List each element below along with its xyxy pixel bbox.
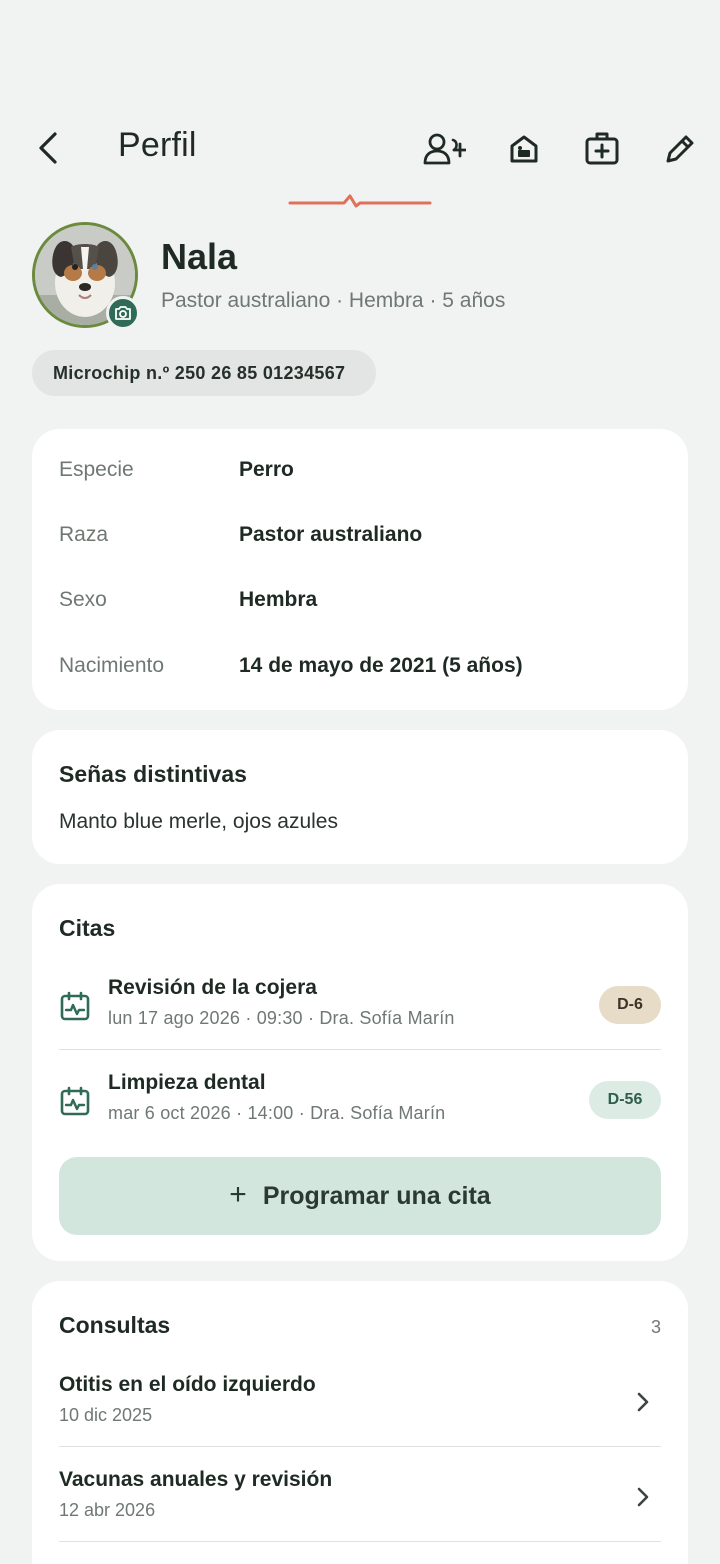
pet-name: Nala <box>161 236 238 277</box>
appointment-item[interactable]: Revisión de la cojera lun 17 ago 2026 · … <box>59 968 661 1048</box>
camera-icon <box>115 306 131 320</box>
microchip-chip: Microchip n.º 250 26 85 01234567 <box>32 350 376 396</box>
page-title: Perfil <box>118 126 197 164</box>
edit-icon <box>666 135 694 163</box>
consultations-card: Consultas 3 Otitis en el oído izquierdo … <box>32 1281 688 1564</box>
card-title: Señas distintivas <box>59 761 247 787</box>
pet-summary: Pastor australiano · Hembra · 5 años <box>161 289 506 312</box>
chevron-right-icon <box>637 1392 649 1412</box>
consultation-date: 10 dic 2025 <box>59 1405 153 1425</box>
days-until-badge: D-6 <box>599 986 661 1024</box>
appointments-card: Citas Revisión de la cojera lun 17 ago 2… <box>32 884 688 1261</box>
detail-label: Raza <box>59 523 109 546</box>
chevron-right-icon <box>637 1487 649 1507</box>
calendar-pulse-icon <box>60 991 90 1021</box>
detail-label: Nacimiento <box>59 654 165 677</box>
distinctive-marks-text: Manto blue merle, ojos azules <box>59 810 338 833</box>
days-until-badge: D-56 <box>589 1081 661 1119</box>
consultations-count: 3 <box>650 1317 661 1337</box>
detail-value: 14 de mayo de 2021 (5 años) <box>239 654 523 677</box>
detail-row-breed: Raza Pastor australiano <box>59 523 659 553</box>
heartbeat-divider <box>288 194 432 208</box>
plus-icon: + <box>229 1177 247 1211</box>
medical-record-button[interactable] <box>580 127 624 171</box>
add-owner-button[interactable] <box>422 127 466 171</box>
top-app-bar: Perfil <box>0 110 720 186</box>
detail-row-sex: Sexo Hembra <box>59 588 659 618</box>
appointment-item[interactable]: Limpieza dental mar 6 oct 2026 · 14:00 ·… <box>59 1063 661 1143</box>
consultation-item[interactable]: Vacunas anuales y revisión 12 abr 2026 <box>59 1460 661 1550</box>
chevron-left-icon <box>39 132 57 164</box>
distinctive-marks-card: Señas distintivas Manto blue merle, ojos… <box>32 730 688 864</box>
detail-value: Perro <box>239 458 294 481</box>
divider <box>59 1049 661 1050</box>
appointment-meta: mar 6 oct 2026 · 14:00 · Dra. Sofía Marí… <box>108 1103 446 1123</box>
kennel-button[interactable] <box>502 127 546 171</box>
appointment-title: Revisión de la cojera <box>108 976 317 999</box>
details-card: Especie Perro Raza Pastor australiano Se… <box>32 429 688 710</box>
calendar-pulse-icon <box>60 1086 90 1116</box>
medical-card-icon <box>585 132 619 165</box>
divider <box>59 1446 661 1447</box>
appointment-meta: lun 17 ago 2026 · 09:30 · Dra. Sofía Mar… <box>108 1008 455 1028</box>
detail-value: Hembra <box>239 588 318 611</box>
add-owner-icon <box>423 133 466 165</box>
consultation-date: 12 abr 2026 <box>59 1500 156 1520</box>
detail-label: Sexo <box>59 588 107 611</box>
schedule-appointment-button[interactable]: + Programar una cita <box>59 1157 661 1235</box>
card-title: Consultas <box>59 1312 171 1338</box>
consultation-item[interactable]: Otitis en el oído izquierdo 10 dic 2025 <box>59 1365 661 1455</box>
edit-button[interactable] <box>658 127 702 171</box>
divider <box>59 1541 661 1542</box>
kennel-icon <box>510 135 538 163</box>
detail-row-species: Especie Perro <box>59 458 659 488</box>
detail-value: Pastor australiano <box>239 523 423 546</box>
change-photo-button[interactable] <box>106 296 140 330</box>
consultation-title: Vacunas anuales y revisión <box>59 1468 333 1491</box>
consultation-title: Otitis en el oído izquierdo <box>59 1373 316 1396</box>
appointment-title: Limpieza dental <box>108 1071 266 1094</box>
detail-row-birth: Nacimiento 14 de mayo de 2021 (5 años) <box>59 654 659 684</box>
detail-label: Especie <box>59 458 134 481</box>
schedule-appointment-label: Programar una cita <box>262 1181 491 1210</box>
back-button[interactable] <box>28 128 68 168</box>
card-title: Citas <box>59 915 116 941</box>
